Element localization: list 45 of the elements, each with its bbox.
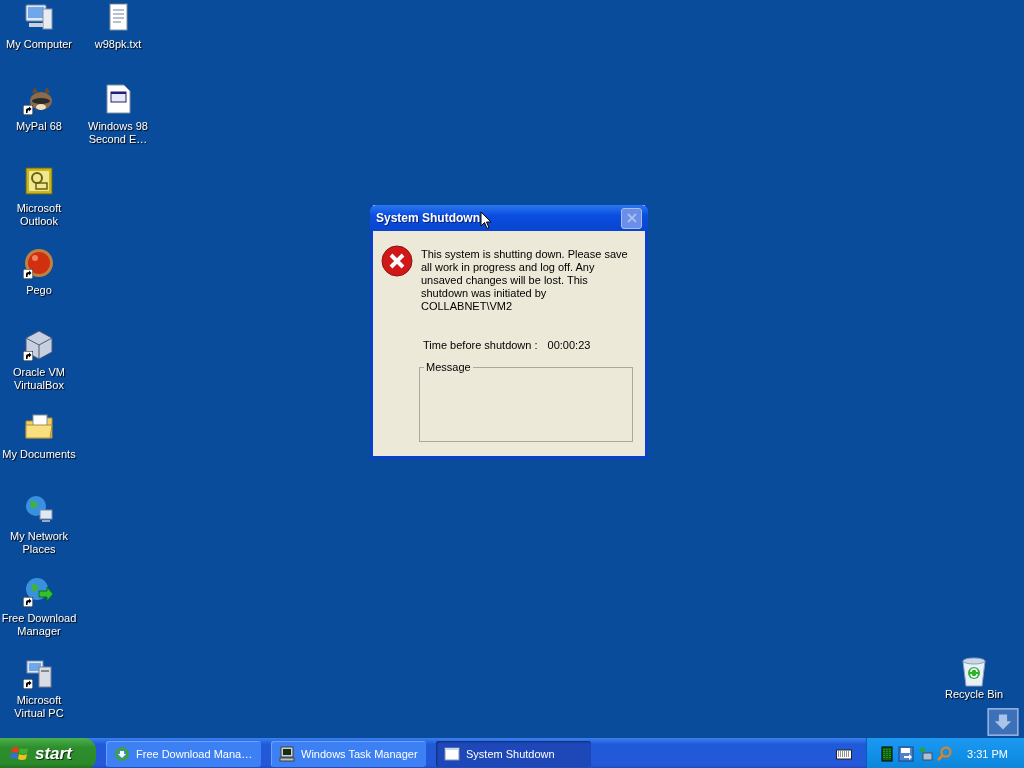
shortcut-arrow-icon [23,269,33,279]
desktop-icon[interactable] [23,165,55,197]
globe-computer-icon [23,493,55,525]
group-label: Message [425,361,472,373]
desktop-icon[interactable] [23,247,55,279]
meter-icon[interactable] [879,746,896,762]
desktop-icon-label[interactable]: Recycle Bin [935,688,1013,701]
desktop-icon[interactable] [23,657,55,689]
computer-icon [279,746,295,762]
taskbar-button[interactable]: Windows Task Manager [271,741,426,767]
desktop-icon-label[interactable]: Pego [0,284,78,297]
shortcut-arrow-icon [23,105,33,115]
time-label: Time before shutdown : [423,339,538,351]
taskbar-button[interactable]: Free Download Mana… [106,741,261,767]
countdown-value: 00:00:23 [547,339,591,351]
desktop-icon-label[interactable]: Windows 98 Second E… [79,120,157,146]
shortcut-arrow-icon [23,679,33,689]
shortcut-arrow-icon [23,597,33,607]
close-icon [626,213,637,223]
network-computer-icon[interactable] [917,746,934,762]
desktop-icon[interactable] [23,493,55,525]
computer-icon [23,1,55,33]
taskbar-button[interactable]: System Shutdown [436,741,591,767]
start-button[interactable]: start [0,738,96,768]
error-icon [381,245,413,277]
desktop-icon-label[interactable]: w98pk.txt [79,38,157,51]
mouse-pointer-icon [480,211,492,230]
desktop-icon-label[interactable]: My Computer [0,38,78,51]
window-icon [444,746,460,762]
desktop-icon-label[interactable]: Oracle VM VirtualBox [0,366,78,392]
desktop-icon-label[interactable]: My Network Places [0,530,78,556]
ball-icon [23,247,55,279]
desktop-icon-label[interactable]: My Documents [0,448,78,461]
desktop-icon[interactable] [23,575,55,607]
desktop-icon[interactable] [23,329,55,361]
window-title: System Shutdown [376,211,480,225]
shutdown-message: This system is shutting down. Please save all work in progress and log off. Any unsaved changes will be lost. This shutdown was initiated by COLLABNET\VM2 [421,248,629,313]
desktop-icon[interactable] [23,1,55,33]
desktop-icon-label[interactable]: MyPal 68 [0,120,78,133]
keyboard-icon[interactable] [836,748,853,760]
desktop-icon-label[interactable]: Microsoft Outlook [0,202,78,228]
clock-envelope-icon [23,165,55,197]
desktop-icon-label[interactable]: Free Download Manager [0,612,78,638]
desktop-icon-label[interactable]: Microsoft Virtual PC [0,694,78,720]
shortcut-arrow-icon [23,351,33,361]
